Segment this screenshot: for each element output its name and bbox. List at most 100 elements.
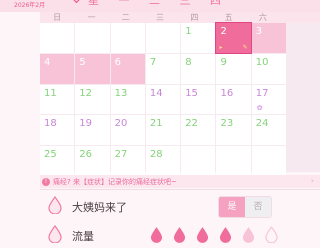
calendar-empty-cell (251, 146, 287, 176)
flow-row: 流量 (40, 222, 320, 248)
flow-drop-icon-2[interactable] (173, 226, 186, 243)
calendar-day[interactable]: 4 (40, 53, 75, 84)
day-number: 21 (149, 118, 163, 130)
day-number: 7 (149, 56, 157, 68)
calendar-day[interactable]: 10 (251, 53, 287, 84)
calendar-empty-cell (40, 23, 75, 53)
day-number: 6 (114, 56, 121, 68)
day-number: 18 (44, 118, 57, 130)
edit-icon[interactable]: ✎ (243, 44, 248, 51)
day-number: 15 (185, 87, 198, 99)
drop-outline-icon (48, 225, 62, 243)
day-number: 10 (255, 56, 269, 68)
calendar-day[interactable]: 8 (181, 53, 216, 84)
weekday-mon: 一 (87, 13, 96, 22)
day-number: 16 (220, 87, 234, 99)
calendar-day[interactable]: 11 (40, 84, 75, 115)
divider (40, 189, 320, 190)
weekday-thu: 四 (190, 13, 199, 22)
day-number: 26 (79, 149, 93, 161)
calendar-day[interactable]: 15 (181, 84, 216, 115)
flow-level-selector[interactable] (150, 226, 278, 243)
day-number: 23 (220, 118, 234, 130)
weekday-sun: 日 (53, 13, 62, 22)
flow-drop-icon-3[interactable] (196, 226, 209, 243)
flow-label: 流量 (72, 230, 94, 243)
day-number: 20 (114, 118, 128, 130)
calendar-day[interactable]: 6 (110, 53, 145, 84)
day-number: 25 (44, 149, 57, 161)
top-bar: 2026年2月 星 一 二 三 四 (0, 0, 320, 12)
calendar-empty-cell (110, 23, 145, 53)
calendar-day[interactable]: 23 (216, 115, 251, 146)
calendar-day[interactable]: 12 (75, 84, 110, 115)
calendar-day[interactable]: 28 (145, 146, 181, 176)
calendar-empty-cell (181, 146, 216, 176)
calendar-day[interactable]: 21 (145, 115, 181, 146)
month-selector-label[interactable]: 2026年2月 (14, 0, 45, 9)
day-number: 19 (79, 118, 93, 130)
day-number: 28 (149, 149, 163, 161)
day-number: 8 (185, 56, 192, 68)
day-number: 4 (44, 56, 51, 68)
day-number: 14 (149, 87, 163, 99)
calendar-day[interactable]: 18 (40, 115, 75, 146)
calendar-day[interactable]: 5 (75, 53, 110, 84)
day-number: 22 (185, 118, 198, 130)
calendar-day[interactable]: 1 (181, 23, 216, 53)
symptom-hint-banner[interactable]: ! 痛经? 来【症状】记录你的痛经症状吧~ › (40, 175, 320, 188)
day-number: 13 (114, 87, 128, 99)
drop-outline-icon (48, 196, 62, 214)
day-number: 3 (255, 26, 263, 37)
calendar-day[interactable]: 25 (40, 146, 75, 176)
weekday-sat: 六 (258, 13, 267, 22)
chevron-down-icon[interactable] (72, 0, 81, 6)
calendar-day[interactable]: 17 ✿ (251, 84, 287, 115)
day-number: 24 (255, 118, 269, 130)
info-icon: ! (42, 177, 50, 186)
toggle-no-button[interactable]: 否 (245, 197, 271, 217)
chevron-right-icon[interactable]: › (311, 176, 314, 185)
header-fragment: 星 一 二 三 四 (88, 0, 229, 7)
period-start-label: 大姨妈来了 (72, 201, 127, 214)
calendar-day[interactable]: 14 (145, 84, 181, 115)
day-number: 12 (79, 87, 93, 99)
calendar-day[interactable]: 20 (110, 115, 145, 146)
flow-drop-icon-5[interactable] (242, 226, 255, 243)
calendar-day[interactable]: 7 (145, 53, 181, 84)
calendar-day[interactable]: 13 (110, 84, 145, 115)
weekday-fri: 五 (224, 13, 233, 22)
calendar-day[interactable]: 26 (75, 146, 110, 176)
day-number: 27 (114, 149, 128, 161)
toggle-yes-button[interactable]: 是 (219, 197, 245, 217)
day-number: 2 (220, 26, 227, 37)
day-number: 5 (79, 56, 86, 68)
flow-drop-icon-4[interactable] (219, 226, 232, 243)
weekday-wed: 三 (156, 13, 165, 22)
flow-drop-icon-6[interactable] (265, 226, 278, 243)
calendar-day[interactable]: 3 (251, 23, 287, 53)
day-number: 17 (255, 87, 269, 99)
period-toggle[interactable]: 是 否 (218, 196, 272, 218)
period-start-row: 大姨妈来了 是 否 (40, 193, 320, 219)
calendar-day[interactable]: 9 (216, 53, 251, 84)
calendar-day[interactable]: 24 (251, 115, 287, 146)
calendar-day[interactable]: 22 (181, 115, 216, 146)
day-number: 11 (44, 87, 57, 99)
calendar-day[interactable]: 19 (75, 115, 110, 146)
calendar-day[interactable]: 16 (216, 84, 251, 115)
flag-icon: ▸ (219, 43, 223, 51)
left-margin (0, 12, 40, 240)
weekday-header: 日 一 二 三 四 五 六 (40, 12, 320, 23)
calendar-day[interactable]: 2 ▸ ✎ (215, 22, 252, 54)
ovulation-icon: ✿ (256, 104, 263, 113)
weekday-tue: 二 (121, 13, 130, 22)
calendar-day[interactable]: 27 (110, 146, 145, 176)
flow-drop-icon-1[interactable] (150, 226, 163, 243)
calendar-grid: 1 2 ▸ ✎ 3 4 5 6 7 8 9 10 11 12 13 14 15 16 17 ✿ 18 19 20 21 22 23… (40, 22, 320, 176)
calendar-empty-cell (145, 23, 181, 53)
day-number: 1 (185, 26, 192, 37)
calendar-empty-cell (216, 146, 251, 176)
calendar-empty-cell (75, 23, 110, 53)
hint-text: 痛经? 来【症状】记录你的痛经症状吧~ (53, 177, 177, 186)
